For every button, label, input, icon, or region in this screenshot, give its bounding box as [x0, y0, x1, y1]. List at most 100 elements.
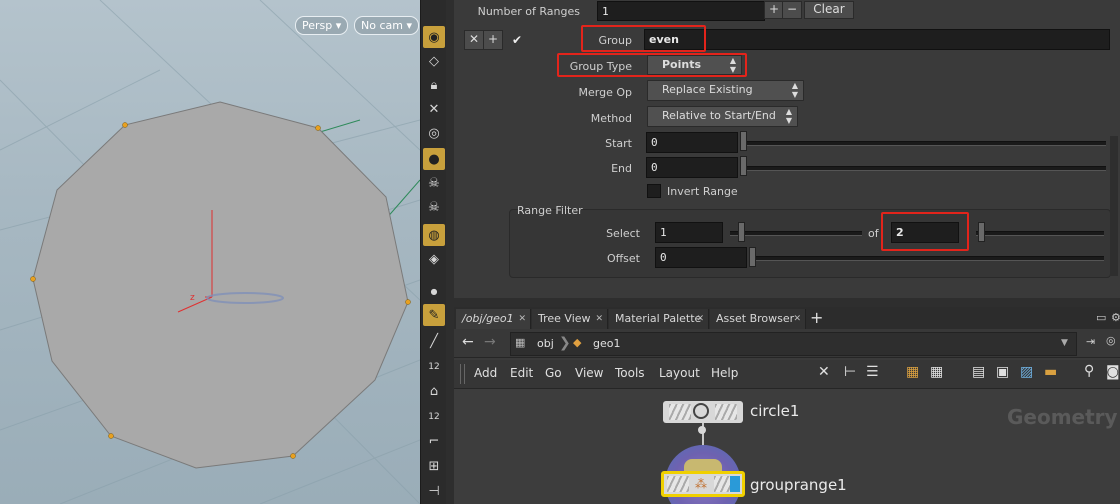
pane-splitter[interactable]	[446, 0, 454, 504]
menu-layout[interactable]: Layout	[659, 366, 700, 380]
list-icon[interactable]: ☰	[866, 364, 879, 380]
handle-icon[interactable]: ⊣	[423, 480, 445, 502]
path-current[interactable]: geo1	[593, 337, 620, 350]
close-icon[interactable]: ✕	[518, 309, 526, 329]
merge-op-menu[interactable]: Replace Existing ▲ ▼	[647, 80, 804, 101]
method-menu[interactable]: Relative to Start/End ▲ ▼	[647, 106, 798, 127]
camera-icon[interactable]: ◍	[423, 224, 445, 246]
tab-asset-browser[interactable]: Asset Browser ✕	[710, 309, 806, 329]
menu-view[interactable]: View	[575, 366, 603, 380]
invert-range-checkbox[interactable]	[647, 184, 661, 198]
light-icon[interactable]: ●	[423, 148, 445, 170]
group-field[interactable]: even	[644, 29, 1110, 50]
maximize-icon[interactable]: ▭	[1096, 311, 1106, 324]
menu-edit[interactable]: Edit	[510, 366, 533, 380]
back-arrow-icon[interactable]: ←	[462, 334, 474, 350]
tab-material-palette[interactable]: Material Palette ✕	[609, 309, 709, 329]
minus-button[interactable]: −	[782, 1, 802, 19]
end-slider[interactable]	[744, 166, 1106, 171]
render-icon[interactable]: ◈	[423, 248, 445, 270]
of-slider-handle[interactable]	[978, 222, 985, 242]
number-12b-icon[interactable]: 12	[423, 406, 445, 428]
perspective-label: Persp	[302, 19, 333, 32]
lock-icon[interactable]: 🔒︎	[423, 74, 445, 96]
number-12-icon[interactable]: 12	[423, 356, 445, 378]
end-label: End	[611, 162, 632, 175]
brush-icon[interactable]: ⌂	[423, 380, 445, 402]
shading-icon[interactable]: ◎	[423, 122, 445, 144]
enable-checkbox[interactable]: ✔	[512, 33, 522, 47]
image-icon[interactable]: ▨	[1020, 364, 1033, 380]
camera-view-icon[interactable]: ◙	[1106, 364, 1120, 380]
network-view[interactable]: Geometry circle1 ⁂ grouprange1	[454, 389, 1120, 504]
add-range-button[interactable]: +	[483, 30, 503, 50]
transform-icon[interactable]: ⊞	[423, 455, 445, 477]
tab-tree-view[interactable]: Tree View ✕	[532, 309, 608, 329]
visibility-icon[interactable]: ◉	[423, 26, 445, 48]
add-tab-button[interactable]: +	[810, 308, 823, 327]
grid-icon[interactable]: ▦	[930, 364, 943, 380]
dot-icon[interactable]: ●	[423, 280, 445, 302]
end-field[interactable]: 0	[646, 157, 738, 178]
settings-icon[interactable]: ⚙	[1111, 311, 1120, 324]
menu-help[interactable]: Help	[711, 366, 738, 380]
number-of-ranges-field[interactable]: 1	[597, 1, 765, 21]
link-icon[interactable]: ◎	[1106, 334, 1116, 347]
start-field[interactable]: 0	[646, 132, 738, 153]
close-icon[interactable]: ✕	[595, 309, 603, 329]
menu-tools[interactable]: Tools	[615, 366, 645, 380]
menu-go[interactable]: Go	[545, 366, 562, 380]
pane-divider[interactable]	[454, 298, 1120, 307]
close-icon[interactable]: ✕	[793, 309, 801, 329]
skull2-icon[interactable]: ☠	[423, 196, 445, 218]
offset-slider-handle[interactable]	[749, 247, 756, 267]
display-flag[interactable]	[730, 476, 740, 492]
path-bar: ← → ▦ obj ❯ ◆ geo1 ▼ ⇥ ◎	[454, 329, 1120, 358]
plus-button[interactable]: +	[764, 1, 784, 19]
box-icon[interactable]: ▬	[1044, 364, 1057, 380]
output-connector[interactable]	[698, 426, 706, 434]
menu-add[interactable]: Add	[474, 366, 497, 380]
wrench-icon[interactable]: ✕	[818, 364, 830, 380]
circle1-label: circle1	[750, 402, 800, 420]
end-slider-handle[interactable]	[740, 156, 747, 176]
pen-icon[interactable]: ╱	[423, 330, 445, 352]
select-slider[interactable]	[730, 231, 862, 236]
color-grid-icon[interactable]: ▦	[906, 364, 919, 380]
params-scrollbar[interactable]	[1110, 136, 1118, 276]
tree-icon[interactable]: ⊢	[844, 364, 856, 380]
offset-slider[interactable]	[754, 256, 1104, 261]
select-field[interactable]: 1	[655, 222, 723, 243]
tab-obj-geo1[interactable]: /obj/geo1 ✕	[456, 309, 531, 329]
path-field[interactable]: ▦ obj ❯ ◆ geo1 ▼	[510, 332, 1077, 356]
layout-icon[interactable]: ▣	[996, 364, 1009, 380]
pin-icon[interactable]: ⇥	[1086, 335, 1095, 348]
forward-arrow-icon[interactable]: →	[484, 334, 496, 350]
circle1-node[interactable]	[663, 401, 743, 423]
grip-handle[interactable]	[460, 364, 465, 384]
perspective-menu[interactable]: Persp ▾	[295, 16, 349, 35]
select-slider-handle[interactable]	[738, 222, 745, 242]
of-slider[interactable]	[976, 231, 1104, 236]
offset-field[interactable]: 0	[655, 247, 747, 268]
skull-icon[interactable]: ☠	[423, 172, 445, 194]
chevron-down-icon[interactable]: ▼	[1061, 338, 1068, 348]
path-root[interactable]: obj	[537, 337, 554, 350]
board-icon[interactable]: ▤	[972, 364, 985, 380]
group-type-highlight	[557, 53, 747, 77]
camera-menu[interactable]: No cam ▾	[354, 16, 419, 35]
corner-icon[interactable]: ⌐	[423, 430, 445, 452]
delete-range-button[interactable]: ✕	[464, 30, 484, 50]
start-slider-handle[interactable]	[740, 131, 747, 151]
clear-button[interactable]: Clear	[804, 1, 854, 19]
of-label: of	[868, 227, 879, 240]
display-icon[interactable]: ◇	[423, 50, 445, 72]
tab-label: Tree View	[538, 312, 591, 325]
scene-viewport[interactable]: z Persp ▾ No cam ▾	[0, 0, 420, 504]
snap-icon[interactable]: ✕	[423, 98, 445, 120]
start-slider[interactable]	[744, 141, 1106, 146]
close-icon[interactable]: ✕	[696, 309, 704, 329]
grouprange1-node[interactable]: ⁂	[661, 471, 745, 497]
search-icon[interactable]: ⚲	[1084, 363, 1094, 379]
select-tool-icon[interactable]: ✎	[423, 304, 445, 326]
